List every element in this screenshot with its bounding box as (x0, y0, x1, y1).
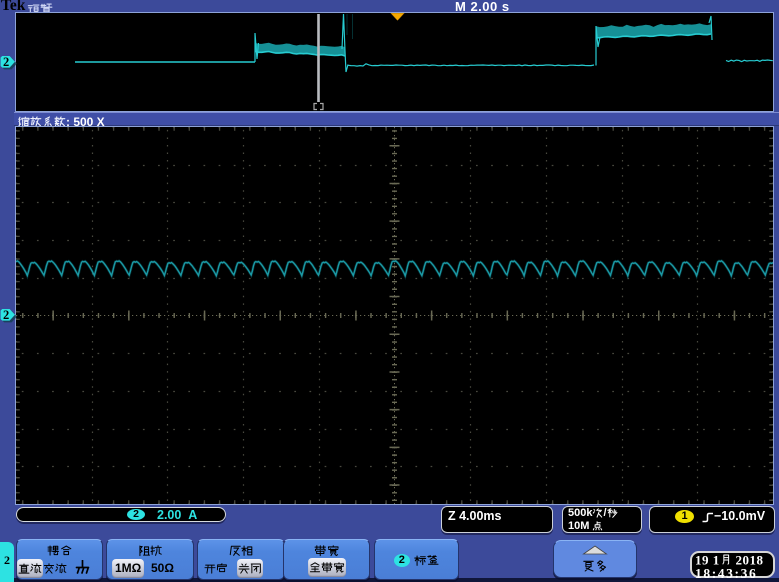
svg-text:2: 2 (3, 308, 9, 322)
svg-text:2: 2 (3, 55, 9, 69)
